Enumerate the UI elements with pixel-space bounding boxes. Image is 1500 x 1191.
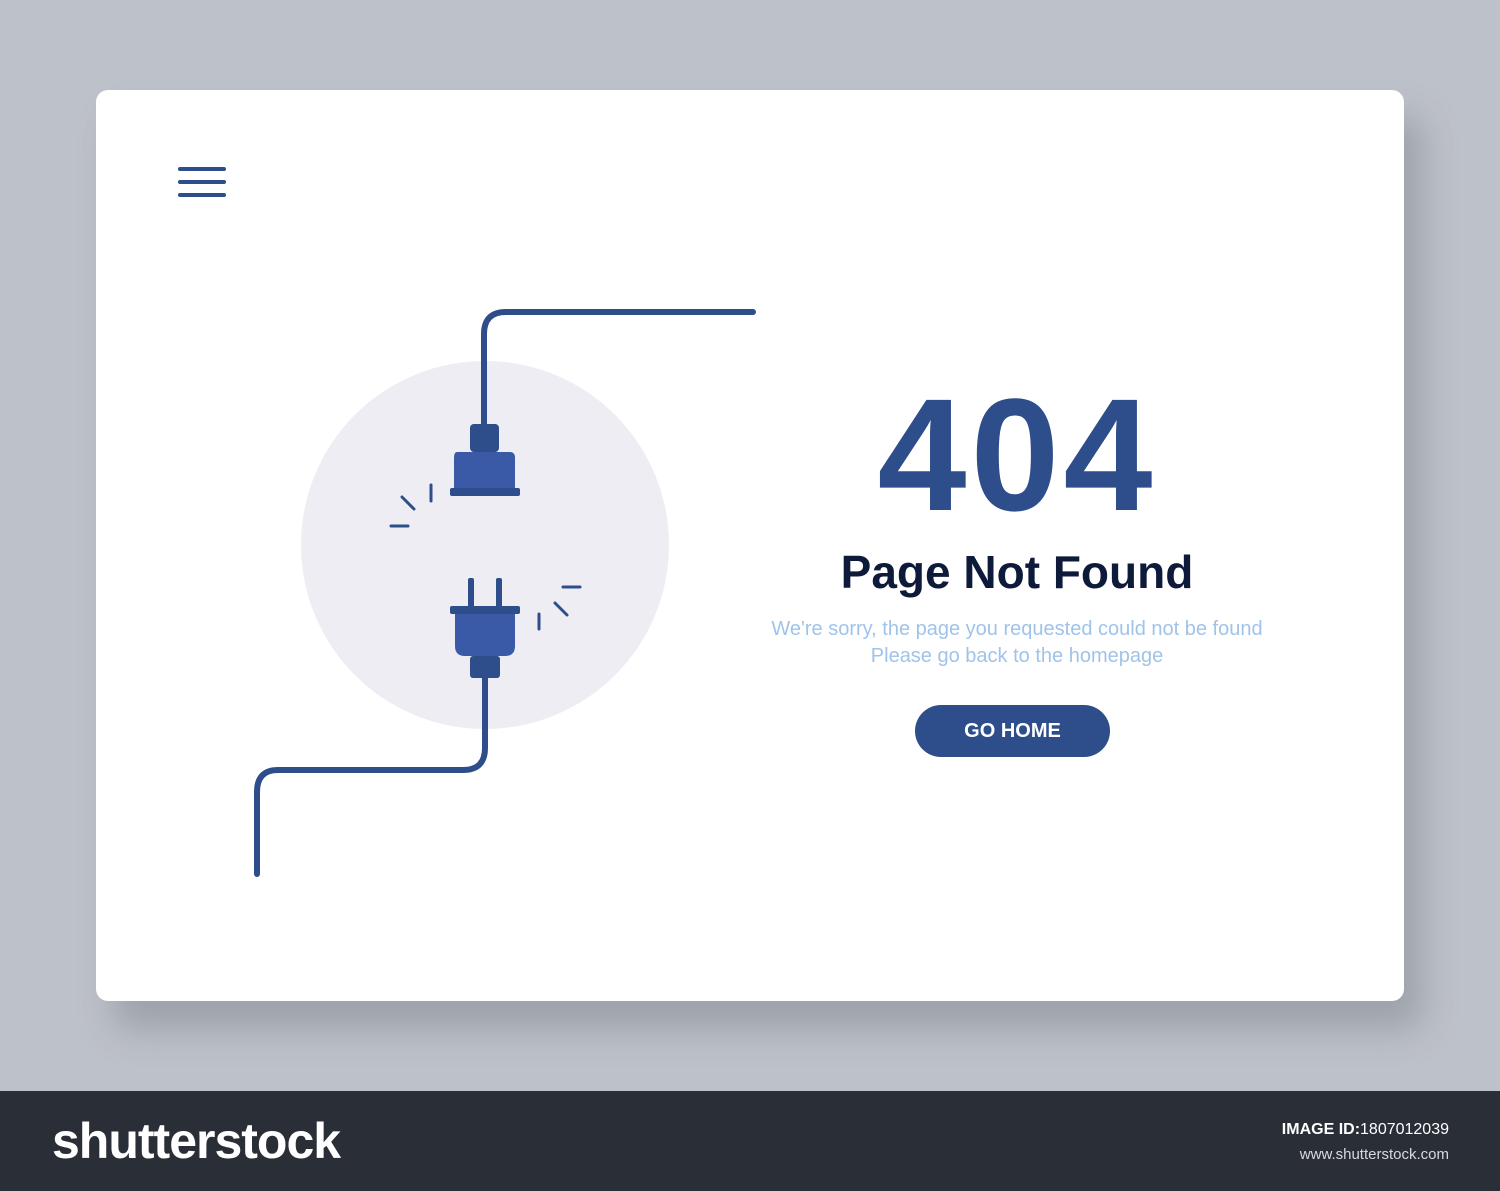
image-id-label: IMAGE ID: bbox=[1281, 1121, 1361, 1138]
error-message-line-1: We're sorry, the page you requested coul… bbox=[771, 618, 1263, 640]
hamburger-menu-icon[interactable] bbox=[178, 165, 226, 199]
shutterstock-logo: shutterstock bbox=[52, 1113, 341, 1169]
page-title: Page Not Found bbox=[840, 546, 1194, 598]
error-message-line-2: Please go back to the homepage bbox=[870, 645, 1164, 667]
error-message: We're sorry, the page you requested coul… bbox=[717, 616, 1317, 670]
unplugged-plug-icon bbox=[254, 309, 756, 877]
error-code: 404 bbox=[877, 365, 1157, 544]
footer-bar: shutterstock IMAGE ID:1807012039 www.shu… bbox=[0, 1091, 1500, 1191]
footer-url: www.shutterstock.com bbox=[1299, 1146, 1449, 1163]
image-id-value: 1807012039 bbox=[1360, 1121, 1449, 1138]
go-home-button[interactable]: GO HOME bbox=[915, 705, 1110, 757]
image-id: IMAGE ID:1807012039 bbox=[1282, 1120, 1449, 1140]
